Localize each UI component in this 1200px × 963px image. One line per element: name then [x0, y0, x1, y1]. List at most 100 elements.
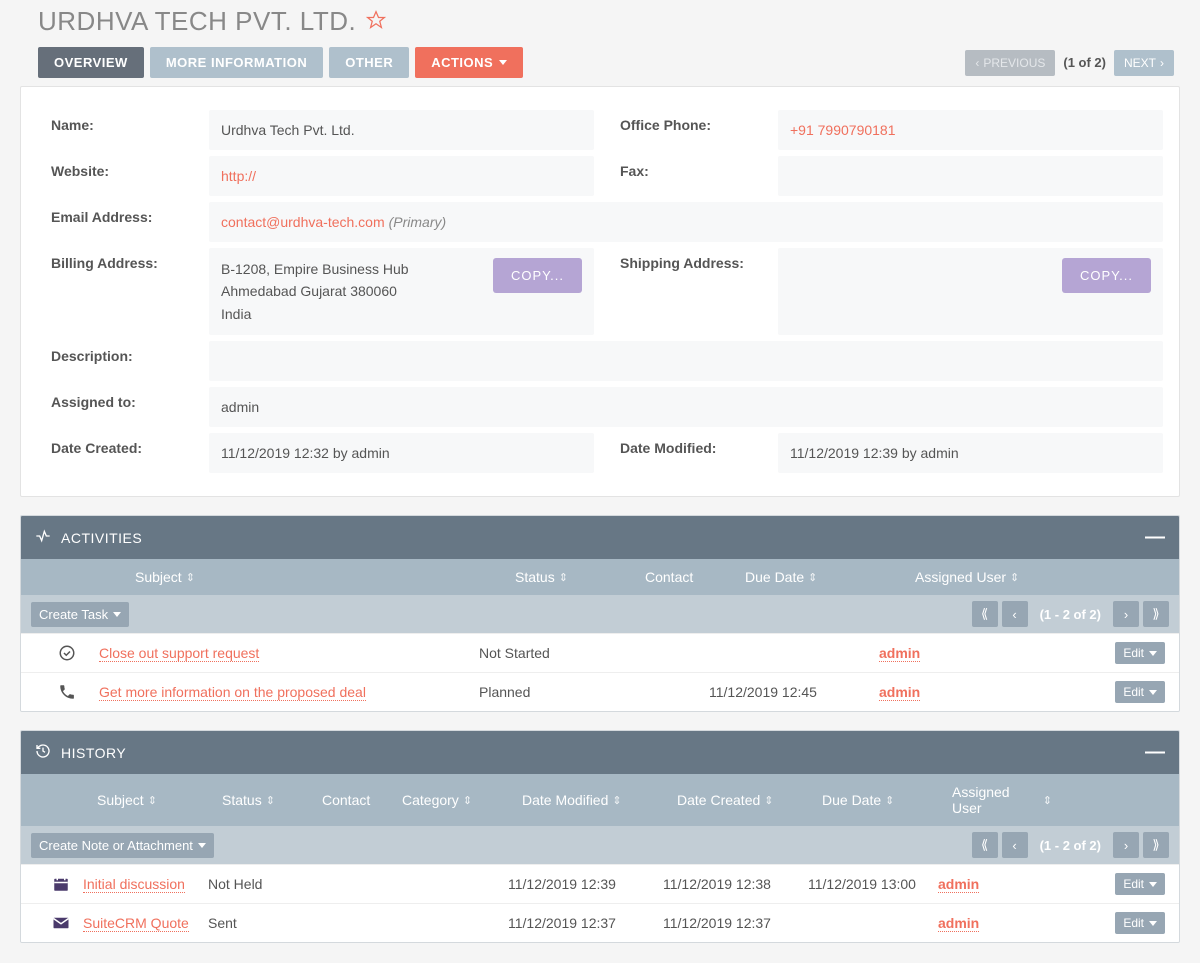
value-office-phone[interactable]: +91 7990790181 [778, 110, 1163, 150]
collapse-icon[interactable]: — [1145, 741, 1165, 764]
edit-row-button[interactable]: Edit [1115, 873, 1165, 895]
activity-subject-link[interactable]: Get more information on the proposed dea… [99, 684, 366, 701]
chevron-left-icon: ‹ [975, 56, 979, 70]
meeting-icon [49, 875, 73, 893]
caret-down-icon [499, 60, 507, 65]
detail-tabs: OVERVIEW MORE INFORMATION OTHER ACTIONS [38, 47, 523, 78]
sort-icon: ⇕ [266, 794, 275, 807]
tab-more-information[interactable]: MORE INFORMATION [150, 47, 323, 78]
value-name: Urdhva Tech Pvt. Ltd. [209, 110, 594, 150]
history-icon [35, 743, 51, 762]
activities-column-header: Subject⇕ Status⇕ Contact Due Date⇕ Assig… [21, 559, 1179, 595]
activities-panel-header[interactable]: ACTIVITIES — [21, 516, 1179, 559]
email-link[interactable]: contact@urdhva-tech.com [221, 214, 385, 230]
col-status[interactable]: Status⇕ [222, 784, 322, 816]
history-panel: HISTORY — Subject⇕ Status⇕ Contact Categ… [20, 730, 1180, 943]
edit-row-button[interactable]: Edit [1115, 642, 1165, 664]
email-primary-suffix: (Primary) [389, 214, 447, 230]
table-row: Close out support request Not Started ad… [21, 633, 1179, 672]
col-assigned-user[interactable]: Assigned User⇕ [915, 569, 1075, 585]
pager-count: (1 of 2) [1063, 55, 1106, 70]
col-due-date[interactable]: Due Date⇕ [745, 569, 915, 585]
label-website: Website: [31, 153, 209, 199]
label-shipping-address: Shipping Address: [600, 245, 778, 338]
value-shipping-address: COPY... [778, 248, 1163, 335]
sort-icon: ⇕ [1043, 794, 1052, 807]
previous-button[interactable]: ‹ PREVIOUS [965, 50, 1055, 76]
next-button[interactable]: NEXT › [1114, 50, 1174, 76]
value-date-modified: 11/12/2019 12:39 by admin [778, 433, 1163, 473]
tab-overview[interactable]: OVERVIEW [38, 47, 144, 78]
next-page-button[interactable]: › [1113, 832, 1139, 858]
col-due-date[interactable]: Due Date⇕ [822, 784, 952, 816]
first-page-button[interactable]: ⟪ [972, 832, 998, 858]
col-assigned-user[interactable]: Assigned User⇕ [952, 784, 1052, 816]
table-row: Initial discussion Not Held 11/12/2019 1… [21, 864, 1179, 903]
value-description [209, 341, 1163, 381]
sort-icon: ⇕ [808, 571, 817, 584]
assigned-user-link[interactable]: admin [879, 684, 920, 701]
sort-icon: ⇕ [885, 794, 894, 807]
assigned-user-link[interactable]: admin [938, 915, 979, 932]
activity-icon [35, 528, 51, 547]
sort-icon: ⇕ [148, 794, 157, 807]
create-note-button[interactable]: Create Note or Attachment [31, 833, 214, 858]
label-name: Name: [31, 107, 209, 153]
page-title-row: URDHVA TECH PVT. LTD. [20, 0, 1180, 47]
caret-down-icon [113, 612, 121, 617]
activities-panel: ACTIVITIES — Subject⇕ Status⇕ Contact Du… [20, 515, 1180, 712]
copy-billing-button[interactable]: COPY... [493, 258, 582, 293]
first-page-button[interactable]: ⟪ [972, 601, 998, 627]
col-subject[interactable]: Subject⇕ [135, 569, 515, 585]
value-billing-address: B-1208, Empire Business Hub Ahmedabad Gu… [209, 248, 594, 335]
col-subject[interactable]: Subject⇕ [97, 784, 222, 816]
tab-actions[interactable]: ACTIONS [415, 47, 523, 78]
history-subject-link[interactable]: SuiteCRM Quote [83, 915, 189, 932]
favorite-star-icon[interactable] [366, 10, 386, 33]
prev-page-button[interactable]: ‹ [1002, 832, 1028, 858]
edit-row-button[interactable]: Edit [1115, 681, 1165, 703]
record-pager: ‹ PREVIOUS (1 of 2) NEXT › [965, 50, 1174, 76]
last-page-button[interactable]: ⟫ [1143, 601, 1169, 627]
chevron-right-icon: › [1160, 56, 1164, 70]
history-pager: ⟪ ‹ (1 - 2 of 2) › ⟫ [972, 832, 1169, 858]
activity-subject-link[interactable]: Close out support request [99, 645, 259, 662]
sort-icon: ⇕ [559, 571, 568, 584]
copy-shipping-button[interactable]: COPY... [1062, 258, 1151, 293]
call-icon [55, 683, 79, 701]
col-contact[interactable]: Contact [645, 569, 745, 585]
sort-icon: ⇕ [1010, 571, 1019, 584]
history-subject-link[interactable]: Initial discussion [83, 876, 185, 893]
assigned-user-link[interactable]: admin [879, 645, 920, 662]
history-panel-header[interactable]: HISTORY — [21, 731, 1179, 774]
sort-icon: ⇕ [463, 794, 472, 807]
assigned-user-link[interactable]: admin [938, 876, 979, 893]
table-row: Get more information on the proposed dea… [21, 672, 1179, 711]
tab-other[interactable]: OTHER [329, 47, 409, 78]
value-website[interactable]: http:// [209, 156, 594, 196]
caret-down-icon [198, 843, 206, 848]
col-date-created[interactable]: Date Created⇕ [677, 784, 822, 816]
col-category[interactable]: Category⇕ [402, 784, 522, 816]
next-page-button[interactable]: › [1113, 601, 1139, 627]
caret-down-icon [1149, 921, 1157, 926]
sort-icon: ⇕ [186, 571, 195, 584]
table-row: SuiteCRM Quote Sent 11/12/2019 12:37 11/… [21, 903, 1179, 942]
col-contact[interactable]: Contact [322, 784, 402, 816]
task-icon [55, 644, 79, 662]
edit-row-button[interactable]: Edit [1115, 912, 1165, 934]
value-assigned-to: admin [209, 387, 1163, 427]
col-status[interactable]: Status⇕ [515, 569, 645, 585]
label-date-created: Date Created: [31, 430, 209, 476]
col-date-modified[interactable]: Date Modified⇕ [522, 784, 677, 816]
create-task-button[interactable]: Create Task [31, 602, 129, 627]
collapse-icon[interactable]: — [1145, 526, 1165, 549]
last-page-button[interactable]: ⟫ [1143, 832, 1169, 858]
caret-down-icon [1149, 651, 1157, 656]
prev-page-button[interactable]: ‹ [1002, 601, 1028, 627]
label-assigned-to: Assigned to: [31, 384, 209, 430]
label-date-modified: Date Modified: [600, 430, 778, 476]
value-fax [778, 156, 1163, 196]
label-email: Email Address: [31, 199, 209, 245]
label-fax: Fax: [600, 153, 778, 199]
